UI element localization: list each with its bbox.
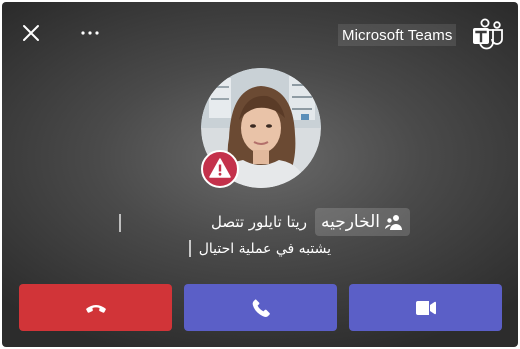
accept-audio-button[interactable] xyxy=(184,284,337,331)
warning-icon xyxy=(201,150,239,188)
app-title: Microsoft Teams xyxy=(338,24,457,46)
caller-name-text: ريتا تايلور تتصل xyxy=(210,213,307,231)
decline-call-button[interactable] xyxy=(19,284,172,331)
caller-avatar-container xyxy=(201,68,321,188)
caller-info-row: الخارجيه ريتا تايلور تتصل xyxy=(211,208,410,236)
external-badge: الخارجيه xyxy=(314,208,410,236)
external-people-icon xyxy=(385,215,402,230)
close-icon xyxy=(23,25,39,41)
close-button[interactable] xyxy=(16,18,46,48)
fraud-warning-row: يشتبه في عملية احتيال xyxy=(188,240,331,257)
accept-video-button[interactable] xyxy=(349,284,502,331)
external-label: الخارجيه xyxy=(320,212,380,232)
incoming-call-window: Microsoft Teams الخارجيه ريتا تايلور تتص… xyxy=(2,2,518,347)
teams-logo-icon xyxy=(471,18,505,50)
more-options-icon xyxy=(81,31,99,35)
fraud-warning-text: يشتبه في عملية احتيال xyxy=(198,240,331,257)
more-options-button[interactable] xyxy=(75,18,105,48)
video-camera-icon xyxy=(415,300,436,315)
hang-up-icon xyxy=(85,304,106,313)
fraud-text-caret xyxy=(188,240,191,257)
phone-icon xyxy=(252,298,270,317)
text-caret xyxy=(119,214,121,232)
fraud-warning-badge xyxy=(201,150,239,188)
